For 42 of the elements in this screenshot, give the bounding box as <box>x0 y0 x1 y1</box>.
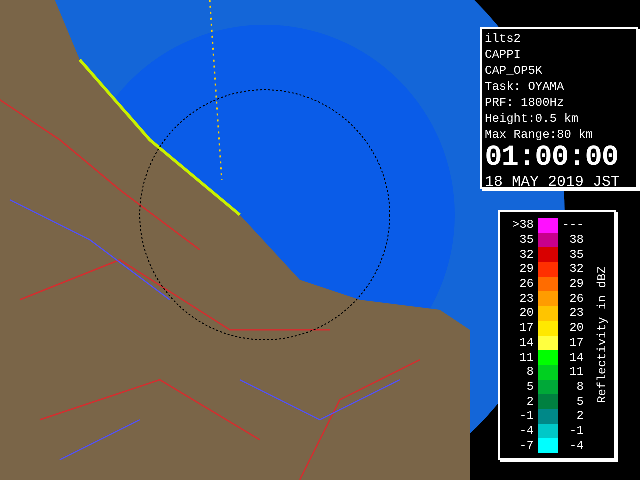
legend-label: 23 <box>518 292 535 306</box>
legend-label: 17 <box>568 336 585 350</box>
legend-label: 14 <box>568 350 585 365</box>
legend-label: 2 <box>526 394 535 409</box>
legend-label: -7 <box>518 438 535 453</box>
legend-label: 35 <box>568 248 585 262</box>
legend-label: -1 <box>518 409 535 424</box>
legend-label: 5 <box>576 394 585 409</box>
info-text: Max Range:80 km <box>485 127 594 143</box>
legend-label: 20 <box>568 321 585 336</box>
legend-label: 38 <box>568 233 585 248</box>
legend-label: -1 <box>568 424 585 438</box>
legend-label: 32 <box>568 262 585 276</box>
legend-label: 8 <box>526 365 535 380</box>
legend-label: 2 <box>576 409 585 424</box>
legend-label: >38 <box>511 218 535 232</box>
legend-title: Reflectivity in dBZ <box>594 266 610 404</box>
legend-label: 23 <box>568 306 585 320</box>
legend-label: 29 <box>518 262 535 276</box>
legend-label: 20 <box>518 306 535 320</box>
legend-label: --- <box>561 218 585 232</box>
legend-label: 26 <box>518 277 535 292</box>
date-text: 18 MAY 2019 JST <box>485 173 620 193</box>
legend-label: 8 <box>576 380 585 394</box>
legend-label: -4 <box>568 438 585 453</box>
legend-label: 11 <box>568 365 585 380</box>
info-text: ilts2 <box>485 31 522 47</box>
legend-label: 26 <box>568 292 585 306</box>
info-text: CAPPI <box>485 47 522 63</box>
legend-label: 32 <box>518 248 535 262</box>
info-text: CAP_OP5K <box>485 63 544 79</box>
legend-label: 14 <box>518 336 535 350</box>
legend-label: -4 <box>518 424 535 438</box>
time-text: 01:00:00 <box>485 143 620 173</box>
legend-label: 11 <box>518 350 535 365</box>
info-text: PRF: 1800Hz <box>485 95 566 111</box>
legend-label: 5 <box>526 380 535 394</box>
info-text: Height:0.5 km <box>485 111 580 127</box>
legend-label: 17 <box>518 321 535 336</box>
legend-label: 29 <box>568 277 585 292</box>
legend-label: 35 <box>518 233 535 248</box>
info-text: Task: OYAMA <box>485 79 566 95</box>
